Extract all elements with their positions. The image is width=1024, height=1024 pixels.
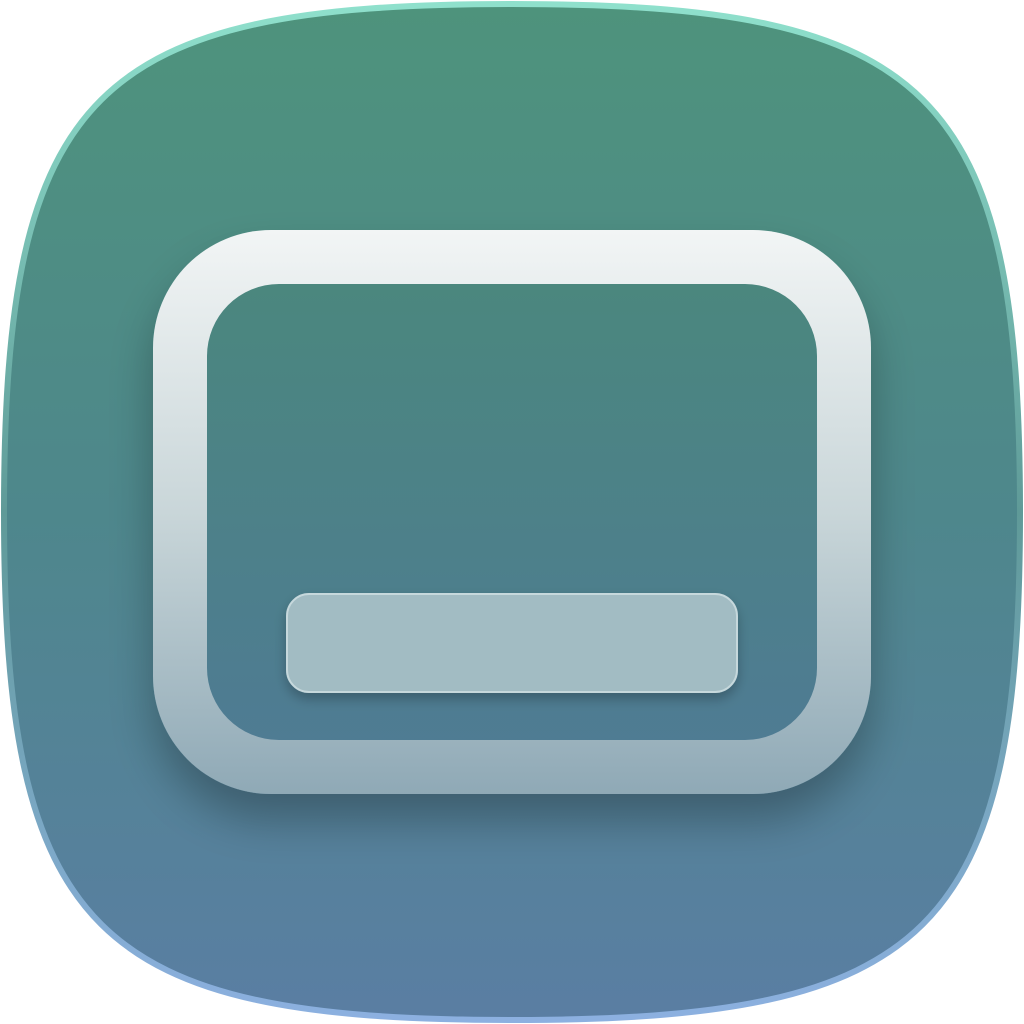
app-icon-canvas <box>0 0 1024 1024</box>
app-icon <box>0 0 1024 1024</box>
window-bottom-bar <box>286 593 738 693</box>
window-frame <box>153 230 871 794</box>
